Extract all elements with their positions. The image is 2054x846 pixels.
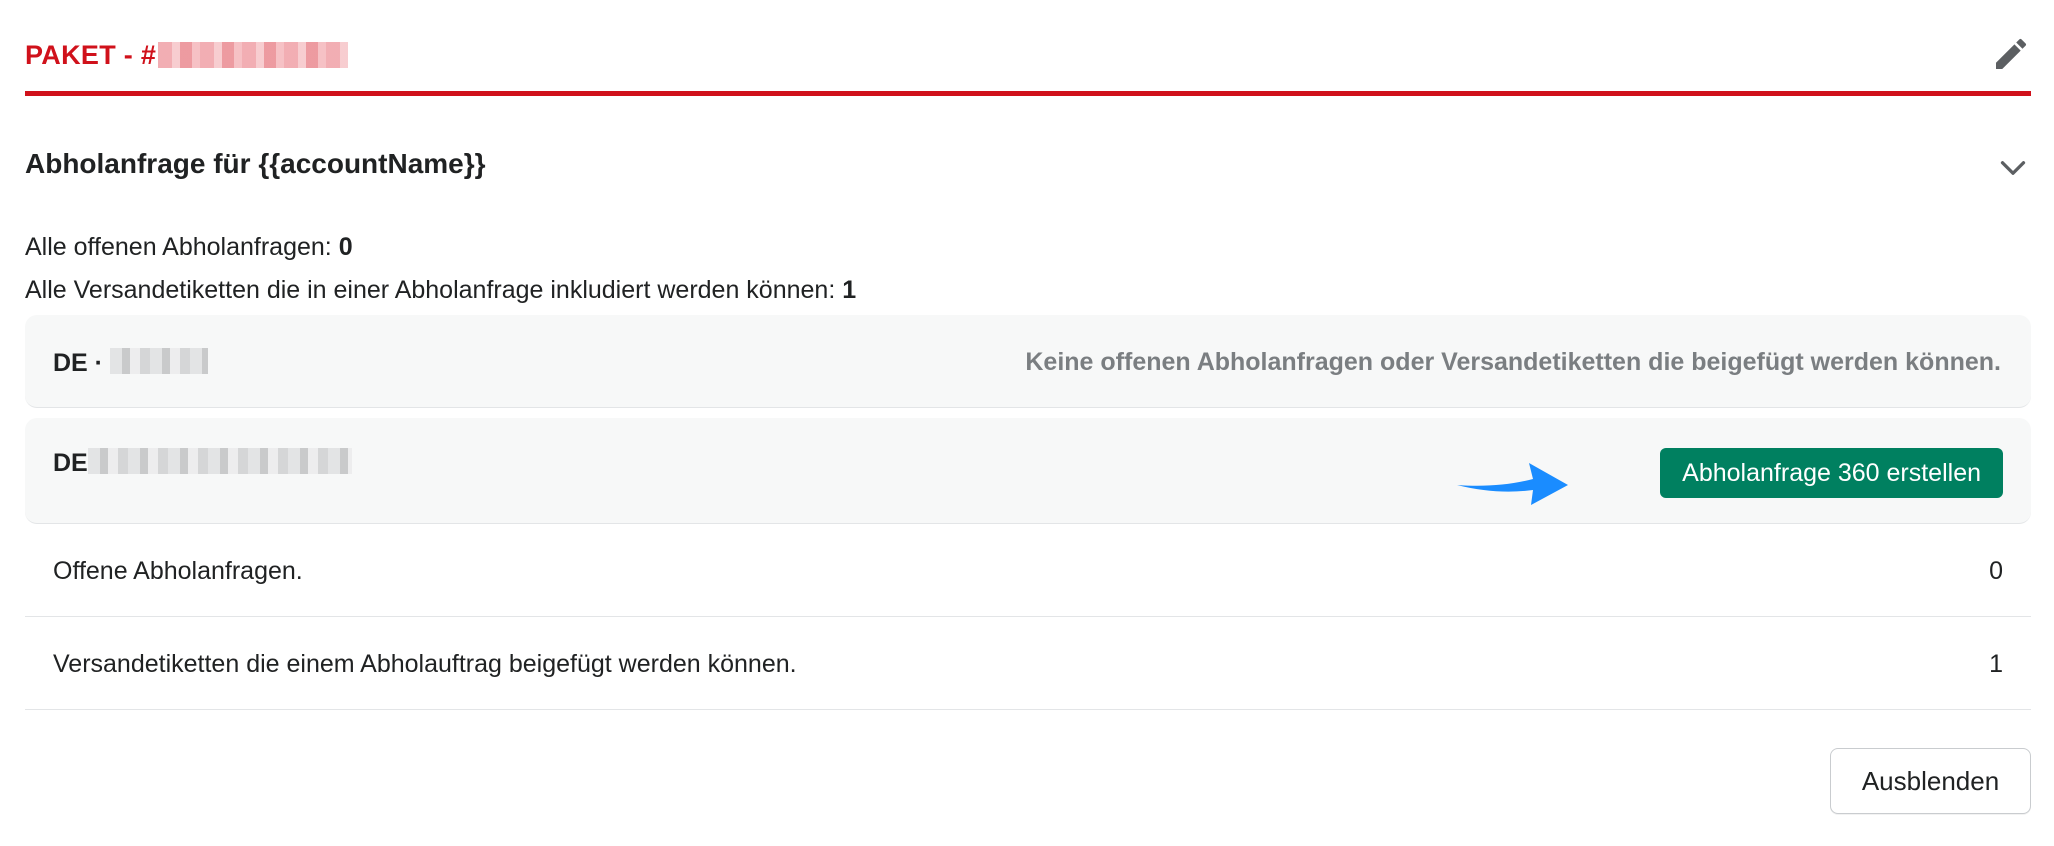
no-requests-message: Keine offenen Abholanfragen oder Versand… — [1025, 348, 2001, 376]
redacted-account — [109, 348, 208, 374]
open-requests-label: Alle offenen Abholanfragen: — [25, 233, 332, 261]
create-pickup-request-button[interactable]: Abholanfrage 360 erstellen — [1660, 448, 2003, 498]
labels-summary: Alle Versandetiketten die in einer Abhol… — [25, 276, 856, 305]
detail-value: 1 — [1989, 650, 2003, 678]
detail-label: Versandetiketten die einem Abholauftrag … — [53, 650, 797, 678]
account-card: DE · Keine offenen Abholanfragen oder Ve… — [25, 315, 2031, 408]
open-requests-summary: Alle offenen Abholanfragen: 0 — [25, 233, 353, 262]
collapse-toggle[interactable] — [1995, 150, 2031, 186]
detail-row-open-requests: Offene Abholanfragen. 0 — [25, 524, 2031, 617]
package-header: PAKET - # — [25, 32, 2031, 96]
open-requests-count: 0 — [338, 233, 353, 261]
chevron-down-icon — [2000, 161, 2026, 175]
pointer-arrow-icon — [1457, 463, 1568, 505]
labels-summary-count: 1 — [842, 276, 857, 304]
labels-summary-label: Alle Versandetiketten die in einer Abhol… — [25, 276, 836, 304]
pencil-icon — [1996, 38, 2027, 69]
pickup-section-header[interactable]: Abholanfrage für {{accountName}} — [25, 148, 2031, 188]
detail-label: Offene Abholanfragen. — [53, 557, 303, 585]
account-name: DE — [53, 448, 352, 478]
account-prefix: DE · — [53, 349, 103, 377]
detail-value: 0 — [1989, 557, 2003, 585]
redacted-account — [87, 448, 352, 474]
package-title: PAKET - # — [25, 40, 349, 71]
account-card: DE Abholanfrage 360 erstellen — [25, 418, 2031, 524]
header-divider — [25, 91, 2031, 96]
account-name: DE · — [53, 348, 208, 378]
edit-button[interactable] — [1991, 34, 2031, 74]
package-title-text: PAKET - # — [25, 40, 157, 70]
redacted-package-number — [158, 42, 349, 68]
section-title: Abholanfrage für {{accountName}} — [25, 148, 486, 179]
hide-button[interactable]: Ausblenden — [1830, 748, 2031, 814]
account-prefix: DE — [53, 449, 88, 477]
detail-row-labels: Versandetiketten die einem Abholauftrag … — [25, 617, 2031, 710]
